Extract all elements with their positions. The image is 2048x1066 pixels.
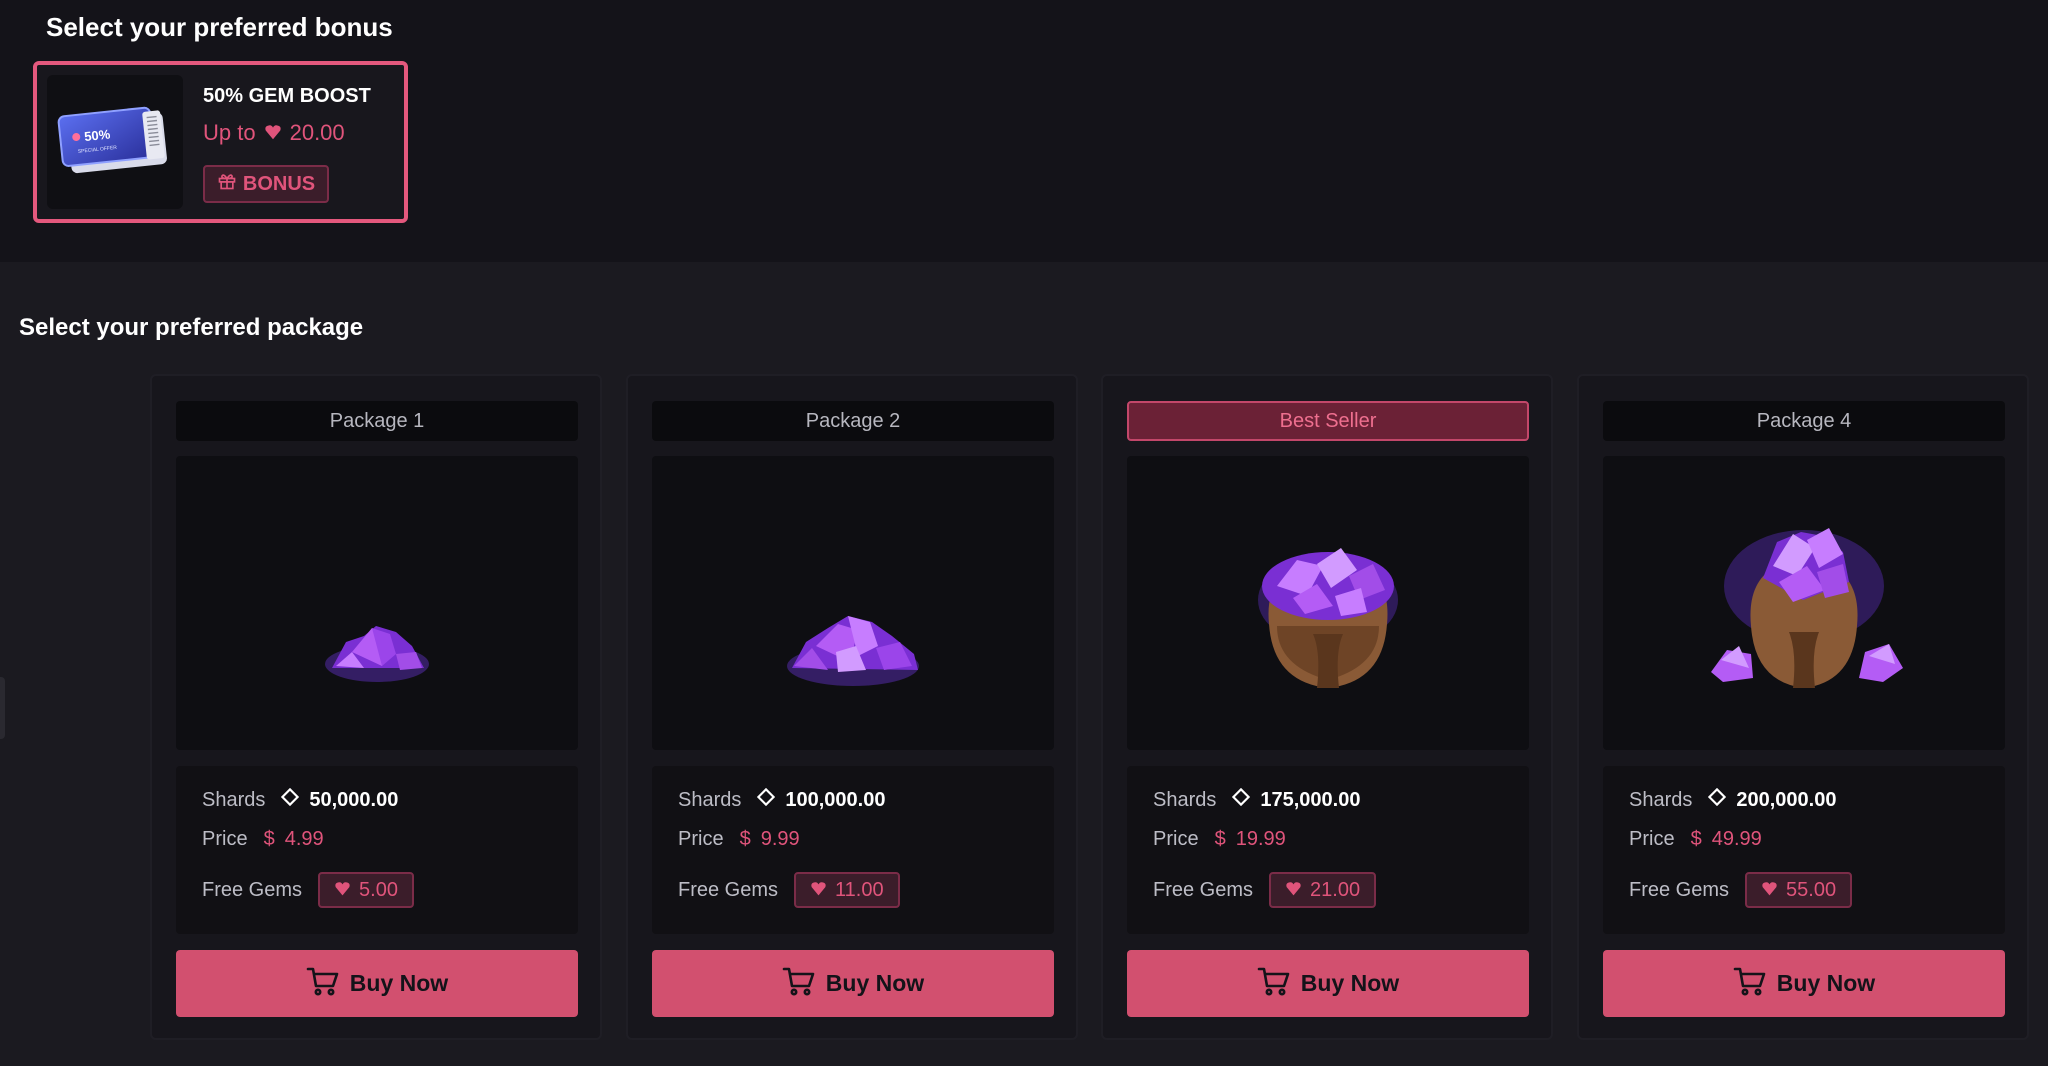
- buy-now-label: Buy Now: [825, 970, 925, 996]
- package-info: Shards 100,000.00 Price $ 9.99 Free Gems…: [652, 766, 1054, 934]
- price-label: Price: [1629, 828, 1675, 850]
- price-currency: $: [263, 828, 275, 850]
- free-gems-badge: 55.00: [1745, 872, 1853, 908]
- bonus-tag-label: BONUS: [242, 172, 316, 195]
- buy-now-label: Buy Now: [1300, 970, 1400, 996]
- shards-row: Shards 200,000.00: [1629, 787, 1837, 812]
- package-section-title: Select your preferred package: [19, 314, 364, 341]
- diamond-outline-icon: [1232, 787, 1251, 812]
- bonus-name: 50% GEM BOOST: [203, 85, 371, 107]
- free-gems-value: 11.00: [835, 878, 884, 901]
- gift-icon: [217, 171, 237, 197]
- free-gems-label: Free Gems: [1629, 878, 1730, 901]
- left-edge-tab[interactable]: [0, 677, 5, 739]
- free-gems-value: 55.00: [1786, 878, 1837, 901]
- price-label: Price: [678, 828, 724, 850]
- package-card-4[interactable]: Package 4 Shards 200,000.00 Price $ 49.9…: [1577, 374, 2029, 1040]
- heart-gem-icon: [264, 120, 282, 146]
- shards-row: Shards 100,000.00: [678, 787, 886, 812]
- package-label: Package 1: [176, 401, 578, 441]
- cart-icon: [1733, 966, 1767, 1002]
- bonus-card-gem-boost[interactable]: 50% SPECIAL OFFER 50% GEM BOOST Up to 20…: [33, 61, 408, 223]
- shards-label: Shards: [1153, 788, 1217, 811]
- price-currency: $: [1690, 828, 1702, 850]
- price-row: Price $ 9.99: [678, 828, 800, 851]
- shards-value: 100,000.00: [785, 788, 886, 811]
- free-gems-label: Free Gems: [1153, 878, 1254, 901]
- shards-label: Shards: [1629, 788, 1693, 811]
- heart-gem-icon: [334, 879, 351, 902]
- free-gems-label: Free Gems: [202, 878, 303, 901]
- package-info: Shards 50,000.00 Price $ 4.99 Free Gems …: [176, 766, 578, 934]
- bonus-section: Select your preferred bonus 50% SPECIAL …: [0, 0, 2048, 262]
- free-gems-label: Free Gems: [678, 878, 779, 901]
- bonus-section-title: Select your preferred bonus: [46, 12, 393, 42]
- heart-gem-icon: [1761, 879, 1778, 902]
- free-gems-row: Free Gems 21.00: [1153, 872, 1377, 908]
- heart-gem-icon: [810, 879, 827, 902]
- price-value: 4.99: [284, 828, 324, 850]
- free-gems-badge: 5.00: [318, 872, 414, 908]
- buy-now-button[interactable]: Buy Now: [652, 950, 1054, 1017]
- package-card-3[interactable]: Best Seller Shards 175,000.00 Price $ 19…: [1101, 374, 1553, 1040]
- shards-row: Shards 50,000.00: [202, 787, 399, 812]
- price-currency: $: [739, 828, 751, 850]
- package-label: Package 4: [1603, 401, 2005, 441]
- bonus-tag: BONUS: [203, 165, 329, 203]
- buy-now-button[interactable]: Buy Now: [1603, 950, 2005, 1017]
- shards-value: 200,000.00: [1736, 788, 1837, 811]
- shards-label: Shards: [678, 788, 742, 811]
- price-row: Price $ 19.99: [1153, 828, 1286, 851]
- buy-now-button[interactable]: Buy Now: [1127, 950, 1529, 1017]
- shards-label: Shards: [202, 788, 266, 811]
- free-gems-row: Free Gems 55.00: [1629, 872, 1853, 908]
- package-card-1[interactable]: Package 1 Shards 50,000.00 Price $ 4.99 …: [150, 374, 602, 1040]
- shards-value: 175,000.00: [1260, 788, 1361, 811]
- shards-value: 50,000.00: [309, 788, 399, 811]
- cart-icon: [1257, 966, 1291, 1002]
- price-label: Price: [202, 828, 248, 850]
- free-gems-row: Free Gems 11.00: [678, 872, 900, 908]
- cart-icon: [782, 966, 816, 1002]
- buy-now-button[interactable]: Buy Now: [176, 950, 578, 1017]
- price-value: 49.99: [1711, 828, 1762, 850]
- shards-row: Shards 175,000.00: [1153, 787, 1361, 812]
- price-value: 19.99: [1235, 828, 1286, 850]
- free-gems-value: 5.00: [359, 878, 398, 901]
- bonus-amount-value: 20.00: [289, 120, 345, 145]
- free-gems-value: 21.00: [1310, 878, 1361, 901]
- package-image: [1127, 456, 1529, 750]
- diamond-outline-icon: [1708, 787, 1727, 812]
- package-image: [1603, 456, 2005, 750]
- price-row: Price $ 4.99: [202, 828, 324, 851]
- cart-icon: [306, 966, 340, 1002]
- package-image: [176, 456, 578, 750]
- package-label: Package 2: [652, 401, 1054, 441]
- free-gems-badge: 11.00: [794, 872, 900, 908]
- bonus-amount: Up to 20.00: [203, 120, 345, 146]
- best-seller-label: Best Seller: [1127, 401, 1529, 441]
- package-card-2[interactable]: Package 2 Shards 100,000.00 Price $ 9.99…: [626, 374, 1078, 1040]
- free-gems-row: Free Gems 5.00: [202, 872, 414, 908]
- bonus-ticket-text: 50%: [83, 126, 111, 144]
- free-gems-badge: 21.00: [1269, 872, 1377, 908]
- price-value: 9.99: [760, 828, 800, 850]
- heart-gem-icon: [1285, 879, 1302, 902]
- price-label: Price: [1153, 828, 1199, 850]
- package-info: Shards 175,000.00 Price $ 19.99 Free Gem…: [1127, 766, 1529, 934]
- buy-now-label: Buy Now: [1776, 970, 1876, 996]
- package-info: Shards 200,000.00 Price $ 49.99 Free Gem…: [1603, 766, 2005, 934]
- price-row: Price $ 49.99: [1629, 828, 1762, 851]
- bonus-amount-prefix: Up to: [203, 120, 256, 145]
- price-currency: $: [1214, 828, 1226, 850]
- bonus-ticket-image: 50% SPECIAL OFFER: [47, 75, 183, 209]
- diamond-outline-icon: [281, 787, 300, 812]
- diamond-outline-icon: [757, 787, 776, 812]
- buy-now-label: Buy Now: [349, 970, 449, 996]
- package-image: [652, 456, 1054, 750]
